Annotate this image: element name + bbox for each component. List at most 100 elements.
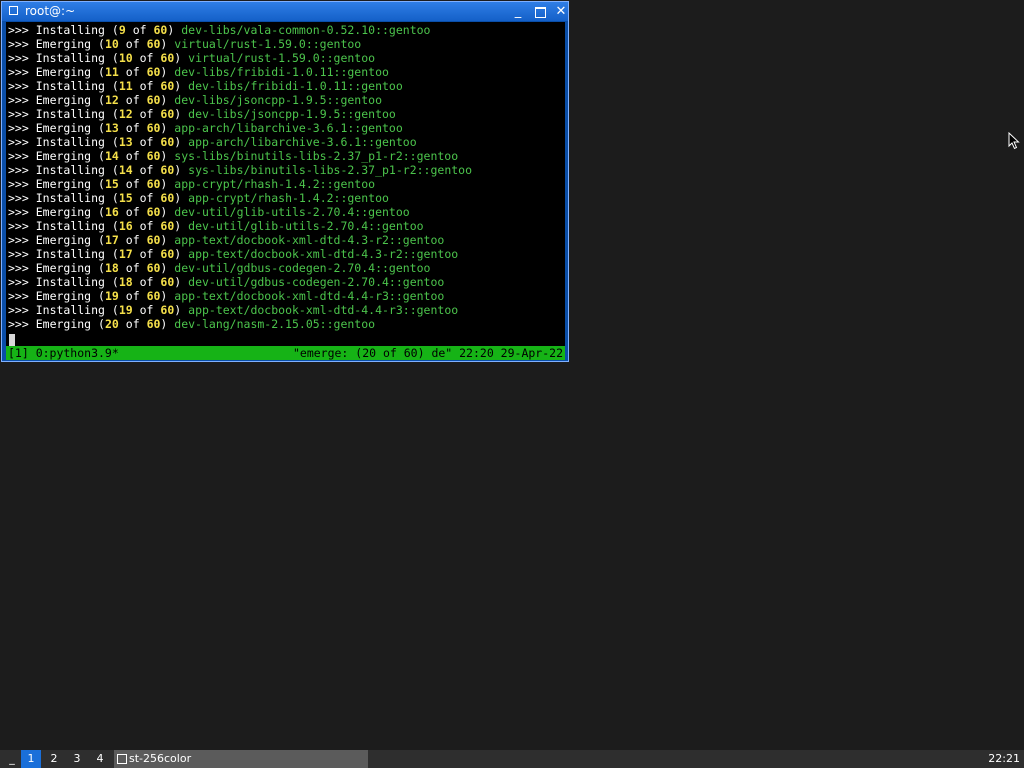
line-of: of	[125, 65, 140, 79]
line-current: 10	[104, 37, 119, 51]
window-titlebar[interactable]: root@:~ _ ✕	[2, 2, 568, 21]
terminal-line: >>> Emerging (19 of 60) app-text/docbook…	[8, 289, 445, 303]
maximize-icon	[534, 7, 546, 18]
line-prompt: >>>	[8, 303, 29, 317]
minimize-button[interactable]: _	[510, 4, 526, 19]
line-action: Installing	[35, 275, 105, 289]
workspace-2-button[interactable]: 2	[44, 750, 64, 768]
terminal-output[interactable]: >>> Installing (9 of 60) dev-libs/vala-c…	[6, 22, 565, 360]
line-total: 60	[160, 303, 175, 317]
line-prompt: >>>	[8, 191, 29, 205]
line-total: 60	[160, 219, 175, 233]
terminal-line: >>> Installing (17 of 60) app-text/docbo…	[8, 247, 459, 261]
line-of: of	[125, 289, 140, 303]
close-button[interactable]: ✕	[553, 4, 569, 19]
line-package: app-text/docbook-xml-dtd-4.3-r2::gentoo	[188, 247, 459, 261]
line-package: sys-libs/binutils-libs-2.37_p1-r2::gento…	[188, 163, 473, 177]
taskbar-task-st-256color[interactable]: st-256color	[114, 750, 368, 768]
line-of: of	[139, 107, 154, 121]
line-action: Installing	[35, 135, 105, 149]
line-current: 14	[118, 163, 133, 177]
line-current: 11	[118, 79, 133, 93]
line-action: Installing	[35, 247, 105, 261]
line-of: of	[139, 219, 154, 233]
line-package: app-text/docbook-xml-dtd-4.4-r3::gentoo	[174, 289, 445, 303]
line-action: Emerging	[35, 149, 92, 163]
line-current: 11	[104, 65, 119, 79]
line-of: of	[139, 51, 154, 65]
window-icon[interactable]	[9, 6, 18, 15]
line-action: Emerging	[35, 121, 92, 135]
status-left: [1] 0:python3.9*	[8, 346, 119, 360]
line-current: 16	[104, 205, 119, 219]
line-action: Installing	[35, 79, 105, 93]
line-package: app-arch/libarchive-3.6.1::gentoo	[174, 121, 403, 135]
line-package: virtual/rust-1.59.0::gentoo	[174, 37, 362, 51]
line-action: Installing	[35, 23, 105, 37]
line-prompt: >>>	[8, 135, 29, 149]
line-total: 60	[146, 149, 161, 163]
mouse-pointer-icon	[1008, 132, 1020, 150]
line-current: 14	[104, 149, 119, 163]
line-prompt: >>>	[8, 219, 29, 233]
line-action: Installing	[35, 219, 105, 233]
line-current: 12	[118, 107, 133, 121]
terminal-line: >>> Installing (16 of 60) dev-util/glib-…	[8, 219, 424, 233]
line-prompt: >>>	[8, 163, 29, 177]
terminal-line: >>> Emerging (17 of 60) app-text/docbook…	[8, 233, 445, 247]
line-of: of	[139, 275, 154, 289]
workspace-3-button[interactable]: 3	[67, 750, 87, 768]
line-total: 60	[160, 79, 175, 93]
line-of: of	[139, 191, 154, 205]
terminal-line: >>> Emerging (20 of 60) dev-lang/nasm-2.…	[8, 317, 376, 331]
status-right: "emerge: (20 of 60) de" 22:20 29-Apr-22	[292, 346, 563, 360]
line-of: of	[125, 177, 140, 191]
line-package: dev-libs/jsoncpp-1.9.5::gentoo	[174, 93, 382, 107]
line-total: 60	[146, 121, 161, 135]
minimize-all-button[interactable]: _	[5, 750, 19, 768]
terminal-line: >>> Emerging (10 of 60) virtual/rust-1.5…	[8, 37, 362, 51]
line-current: 13	[104, 121, 119, 135]
line-prompt: >>>	[8, 121, 29, 135]
line-prompt: >>>	[8, 79, 29, 93]
maximize-button[interactable]	[532, 4, 548, 19]
line-of: of	[125, 317, 140, 331]
line-package: sys-libs/binutils-libs-2.37_p1-r2::gento…	[174, 149, 459, 163]
line-action: Installing	[35, 163, 105, 177]
line-package: app-text/docbook-xml-dtd-4.3-r2::gentoo	[174, 233, 445, 247]
terminal-line: >>> Installing (15 of 60) app-crypt/rhas…	[8, 191, 389, 205]
terminal-line: >>> Installing (9 of 60) dev-libs/vala-c…	[8, 23, 431, 37]
line-current: 18	[118, 275, 133, 289]
line-action: Installing	[35, 191, 105, 205]
line-current: 18	[104, 261, 119, 275]
terminal-line: >>> Emerging (13 of 60) app-arch/libarch…	[8, 121, 403, 135]
line-package: dev-util/gdbus-codegen-2.70.4::gentoo	[174, 261, 431, 275]
line-prompt: >>>	[8, 289, 29, 303]
line-action: Emerging	[35, 65, 92, 79]
line-of: of	[139, 247, 154, 261]
line-action: Emerging	[35, 233, 92, 247]
line-total: 60	[160, 135, 175, 149]
line-total: 60	[160, 107, 175, 121]
line-of: of	[139, 135, 154, 149]
terminal-line: >>> Installing (11 of 60) dev-libs/fribi…	[8, 79, 403, 93]
terminal-line: >>> Installing (12 of 60) dev-libs/jsonc…	[8, 107, 396, 121]
line-current: 19	[118, 303, 133, 317]
line-current: 15	[104, 177, 119, 191]
line-of: of	[125, 233, 140, 247]
line-total: 60	[160, 275, 175, 289]
line-action: Emerging	[35, 37, 92, 51]
workspace-1-button[interactable]: 1	[21, 750, 41, 768]
line-of: of	[125, 121, 140, 135]
line-package: dev-util/gdbus-codegen-2.70.4::gentoo	[188, 275, 445, 289]
workspace-4-button[interactable]: 4	[90, 750, 110, 768]
line-package: virtual/rust-1.59.0::gentoo	[188, 51, 376, 65]
line-current: 9	[118, 23, 126, 37]
line-total: 60	[160, 163, 175, 177]
line-total: 60	[146, 37, 161, 51]
window-icon	[117, 754, 127, 764]
line-package: dev-util/glib-utils-2.70.4::gentoo	[174, 205, 410, 219]
terminal-window[interactable]: root@:~ _ ✕ >>> Installing (9 of 60) dev…	[1, 1, 569, 362]
line-current: 13	[118, 135, 133, 149]
line-package: dev-libs/vala-common-0.52.10::gentoo	[181, 23, 431, 37]
